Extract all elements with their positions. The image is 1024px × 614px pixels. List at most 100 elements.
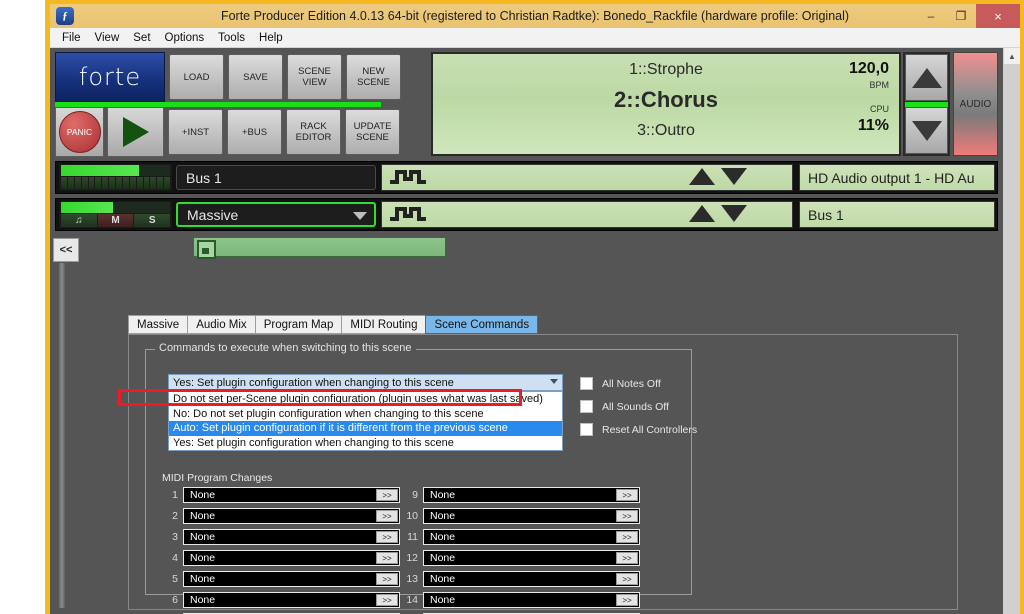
midi-pc-number: 1 — [172, 489, 178, 501]
checkbox-box-sounds[interactable] — [580, 400, 593, 413]
menu-item-file[interactable]: File — [55, 31, 88, 45]
checkbox-reset-all-controllers[interactable]: Reset All Controllers — [580, 418, 697, 441]
option-no[interactable]: No: Do not set plugin configuration when… — [169, 407, 562, 422]
strip-output-bus1[interactable]: HD Audio output 1 - HD Au — [799, 164, 995, 191]
scroll-up-icon[interactable]: ▲ — [1004, 48, 1020, 64]
rack-editor-button[interactable]: RACK EDITOR — [286, 109, 341, 155]
midi-pc-field[interactable]: None >> — [423, 529, 640, 545]
load-button[interactable]: LOAD — [169, 54, 224, 100]
midi-pc-field[interactable]: None >> — [423, 487, 640, 503]
menu-item-tools[interactable]: Tools — [211, 31, 252, 45]
midi-pc-value: None — [430, 531, 456, 543]
tab-midi-routing[interactable]: MIDI Routing — [341, 315, 427, 334]
midi-pc-field[interactable]: None >> — [423, 592, 640, 608]
strip-down-icon-1[interactable] — [721, 168, 747, 185]
midi-pc-field[interactable]: None >> — [183, 592, 400, 608]
save-button[interactable]: SAVE — [228, 54, 283, 100]
scene-previous: 1::Strophe — [629, 61, 703, 78]
strip-name-massive-label: Massive — [187, 206, 239, 223]
midi-pc-browse-button[interactable]: >> — [376, 552, 398, 564]
strip-arrows-2[interactable] — [689, 205, 747, 222]
menu-item-set[interactable]: Set — [126, 31, 157, 45]
checkbox-all-notes-off[interactable]: All Notes Off — [580, 372, 697, 395]
scene-down-button[interactable] — [905, 107, 948, 154]
add-instrument-button[interactable]: +INST — [168, 109, 223, 155]
collapse-button[interactable]: << — [53, 238, 79, 262]
scene-view-button[interactable]: SCENE VIEW — [287, 54, 342, 100]
midi-pc-browse-button[interactable]: >> — [616, 552, 638, 564]
midi-pc-value: None — [190, 573, 216, 585]
strip-up-icon-1[interactable] — [689, 168, 715, 185]
midi-pc-browse-button[interactable]: >> — [376, 531, 398, 543]
update-scene-label-1: UPDATE — [353, 121, 392, 132]
close-icon[interactable]: × — [976, 4, 1020, 28]
strip-output-massive[interactable]: Bus 1 — [799, 201, 995, 228]
midi-pc-browse-button[interactable]: >> — [616, 510, 638, 522]
strip-arrows-1[interactable] — [689, 168, 747, 185]
scene-up-button[interactable] — [905, 54, 948, 101]
midi-pc-value: None — [190, 510, 216, 522]
option-yes[interactable]: Yes: Set plugin configuration when chang… — [169, 436, 562, 451]
menu-item-help[interactable]: Help — [252, 31, 290, 45]
midi-pc-browse-button[interactable]: >> — [616, 489, 638, 501]
new-scene-button[interactable]: NEW SCENE — [346, 54, 401, 100]
strip-up-icon-2[interactable] — [689, 205, 715, 222]
vertical-scrollbar[interactable]: ▲ — [1003, 48, 1020, 614]
tab-audio-mix[interactable]: Audio Mix — [187, 315, 256, 334]
audio-button[interactable]: AUDIO — [953, 52, 998, 156]
midi-note-icon[interactable]: ♫ — [61, 214, 97, 227]
play-button[interactable] — [107, 107, 164, 157]
solo-button[interactable]: S — [134, 214, 171, 227]
midi-pc-browse-button[interactable]: >> — [376, 510, 398, 522]
midi-pc-field[interactable]: None >> — [423, 550, 640, 566]
midi-pc-browse-button[interactable]: >> — [616, 594, 638, 606]
strip-down-icon-2[interactable] — [721, 205, 747, 222]
tab-scene-commands[interactable]: Scene Commands — [425, 315, 539, 334]
minimize-icon[interactable]: – — [916, 4, 946, 28]
midi-pc-browse-button[interactable]: >> — [616, 573, 638, 585]
midi-pc-field[interactable]: None >> — [183, 550, 400, 566]
tab-program-map[interactable]: Program Map — [254, 315, 343, 334]
option-auto[interactable]: Auto: Set plugin configuration if it is … — [169, 421, 562, 436]
midi-pc-field[interactable]: None >> — [423, 508, 640, 524]
plugin-save-bar[interactable] — [193, 237, 446, 259]
midi-pc-field[interactable]: None >> — [183, 529, 400, 545]
menu-item-view[interactable]: View — [88, 31, 127, 45]
midi-pc-browse-button[interactable]: >> — [616, 531, 638, 543]
window-title: Forte Producer Edition 4.0.13 64-bit (re… — [220, 9, 850, 23]
save-disk-icon[interactable] — [197, 240, 216, 259]
midi-pc-field[interactable]: None >> — [183, 571, 400, 587]
chevron-down-icon[interactable] — [353, 212, 367, 220]
midi-pc-number: 12 — [406, 552, 418, 564]
menu-item-options[interactable]: Options — [158, 31, 212, 45]
midi-pc-column-left: 1 None >> 2 None >> 3 None >> 4 None >> … — [160, 486, 400, 614]
maximize-icon[interactable]: ❐ — [946, 4, 976, 28]
strip-name-bus1[interactable]: Bus 1 — [176, 165, 376, 190]
scrollbar-track[interactable] — [1004, 64, 1020, 614]
scene-display[interactable]: 1::Strophe 2::Chorus 3::Outro 120,0 BPM … — [431, 52, 901, 156]
midi-pc-browse-button[interactable]: >> — [376, 594, 398, 606]
strip-plugin-area-1[interactable] — [381, 164, 793, 191]
strip-plugin-area-2[interactable] — [381, 201, 793, 228]
chevron-down-icon-dropdown[interactable] — [550, 379, 558, 384]
checkbox-box-reset[interactable] — [580, 423, 593, 436]
add-bus-button[interactable]: +BUS — [227, 109, 282, 155]
update-scene-button[interactable]: UPDATE SCENE — [345, 109, 400, 155]
checkbox-all-sounds-off[interactable]: All Sounds Off — [580, 395, 697, 418]
option-do-not-set[interactable]: Do not set per-Scene plugin configuratio… — [169, 392, 562, 407]
plugin-config-option-list[interactable]: Do not set per-Scene plugin configuratio… — [168, 391, 563, 451]
midi-pc-field[interactable]: None >> — [183, 508, 400, 524]
panic-button[interactable]: PANIC — [55, 107, 104, 157]
mute-button[interactable]: M — [97, 214, 134, 227]
midi-pc-browse-button[interactable]: >> — [376, 489, 398, 501]
plugin-config-dropdown[interactable]: Yes: Set plugin configuration when chang… — [168, 374, 563, 391]
midi-pc-column-right: 9 None >> 10 None >> 11 None >> 12 None … — [400, 486, 640, 614]
midi-pc-browse-button[interactable]: >> — [376, 573, 398, 585]
vertical-splitter[interactable] — [59, 263, 65, 608]
update-scene-label-2: SCENE — [356, 132, 389, 143]
tab-massive[interactable]: Massive — [128, 315, 189, 334]
midi-pc-field[interactable]: None >> — [183, 487, 400, 503]
checkbox-box-notes[interactable] — [580, 377, 593, 390]
strip-name-massive[interactable]: Massive — [176, 202, 376, 227]
midi-pc-field[interactable]: None >> — [423, 571, 640, 587]
